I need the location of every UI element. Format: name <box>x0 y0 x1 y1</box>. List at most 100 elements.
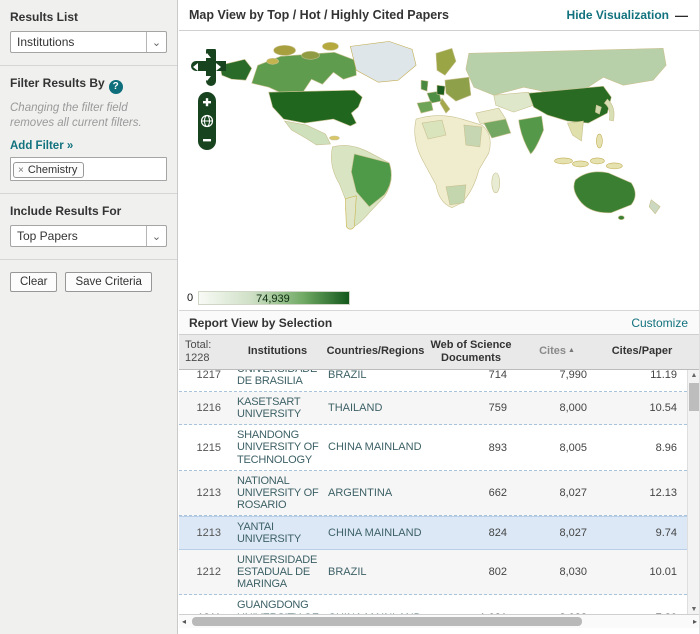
institution-cell[interactable]: NATIONAL UNIVERSITY OF ROSARIO <box>229 473 326 513</box>
results-list-value: Institutions <box>11 35 146 49</box>
save-criteria-button[interactable]: Save Criteria <box>65 272 151 292</box>
cpp-cell: 12.13 <box>597 487 687 499</box>
sort-ascending-icon: ▲ <box>568 347 575 354</box>
chevron-down-icon: ⌄ <box>146 32 166 52</box>
filter-section: Filter Results By? Changing the filter f… <box>0 66 177 194</box>
report-view-title: Report View by Selection <box>189 316 332 330</box>
table-row[interactable]: 1215 SHANDONG UNIVERSITY OF TECHNOLOGY C… <box>179 425 687 470</box>
docs-cell: 824 <box>425 527 517 539</box>
main-panel: Map View by Top / Hot / Highly Cited Pap… <box>179 0 700 634</box>
include-results-value: Top Papers <box>11 229 146 243</box>
scroll-down-icon[interactable]: ▼ <box>688 606 700 613</box>
scroll-right-icon[interactable]: ▸ <box>693 615 697 628</box>
zoom-out-icon <box>203 139 211 141</box>
filter-note: Changing the filter field removes all cu… <box>10 101 167 132</box>
table-row[interactable]: 1211 GUANGDONG UNIVERSITY OF TECHNOLOGY … <box>179 595 687 615</box>
map-legend: 0 74,939 <box>187 291 350 305</box>
cites-cell: 7,990 <box>517 370 597 381</box>
cites-cell: 8,027 <box>517 527 597 539</box>
vertical-scroll-thumb[interactable] <box>689 383 699 411</box>
country-cell: ARGENTINA <box>326 487 425 499</box>
results-list-label: Results List <box>10 10 167 24</box>
institution-cell[interactable]: YANTAI UNIVERSITY <box>229 519 326 547</box>
vertical-scrollbar[interactable]: ▲ ▼ <box>687 370 700 615</box>
include-results-select[interactable]: Top Papers ⌄ <box>10 225 167 247</box>
column-institutions[interactable]: Institutions <box>229 345 326 358</box>
sidebar: Results List Institutions ⌄ Filter Resul… <box>0 0 178 634</box>
institution-cell[interactable]: KASETSART UNIVERSITY <box>229 394 326 422</box>
table-row[interactable]: 1213 NATIONAL UNIVERSITY OF ROSARIO ARGE… <box>179 471 687 516</box>
cites-cell: 8,030 <box>517 566 597 578</box>
country-cell: THAILAND <box>326 402 425 414</box>
cpp-cell: 9.74 <box>597 527 687 539</box>
map-zoom-control[interactable] <box>197 91 217 151</box>
cpp-cell: 8.96 <box>597 442 687 454</box>
horizontal-scroll-thumb[interactable] <box>192 617 582 626</box>
legend-max-value: 74,939 <box>256 292 290 306</box>
total-count: Total: 1228 <box>179 339 229 365</box>
institution-cell[interactable]: GUANGDONG UNIVERSITY OF TECHNOLOGY <box>229 597 326 615</box>
rank-cell: 1216 <box>179 402 229 414</box>
cpp-cell: 11.19 <box>597 370 687 381</box>
results-list-select[interactable]: Institutions ⌄ <box>10 31 167 53</box>
scroll-up-icon[interactable]: ▲ <box>688 372 700 379</box>
legend-gradient-bar: 74,939 <box>198 291 350 305</box>
add-filter-link[interactable]: Add Filter » <box>10 140 167 152</box>
customize-link[interactable]: Customize <box>631 316 688 330</box>
filter-box[interactable]: × Chemistry <box>10 157 167 182</box>
institution-cell[interactable]: UNIVERSIDADE DE BRASILIA <box>229 370 326 389</box>
map-pan-control[interactable] <box>188 49 226 87</box>
table-row[interactable]: 1217 UNIVERSIDADE DE BRASILIA BRAZIL 714… <box>179 370 687 392</box>
table-row[interactable]: 1212 UNIVERSIDADE ESTADUAL DE MARINGA BR… <box>179 550 687 595</box>
map-view-title: Map View by Top / Hot / Highly Cited Pap… <box>189 8 449 22</box>
cites-cell: 8,005 <box>517 442 597 454</box>
cpp-cell: 10.01 <box>597 566 687 578</box>
table-column-header: Total: 1228 Institutions Countries/Regio… <box>179 335 700 370</box>
report-view-bar: Report View by Selection Customize <box>179 310 700 335</box>
docs-cell: 893 <box>425 442 517 454</box>
rank-cell: 1215 <box>179 442 229 454</box>
docs-cell: 802 <box>425 566 517 578</box>
table-row[interactable]: 1213 YANTAI UNIVERSITY CHINA MAINLAND 82… <box>179 516 687 550</box>
scroll-left-icon[interactable]: ◂ <box>182 615 186 628</box>
column-countries-regions[interactable]: Countries/Regions <box>326 345 425 358</box>
country-cell: CHINA MAINLAND <box>326 441 425 453</box>
institution-cell[interactable]: UNIVERSIDADE ESTADUAL DE MARINGA <box>229 552 326 592</box>
rank-cell: 1213 <box>179 487 229 499</box>
sidebar-buttons: Clear Save Criteria <box>0 260 177 304</box>
hide-visualization-link[interactable]: Hide Visualization — <box>567 8 688 23</box>
cites-cell: 8,000 <box>517 402 597 414</box>
table-body-viewport: 1217 UNIVERSIDADE DE BRASILIA BRAZIL 714… <box>179 370 700 615</box>
legend-min-value: 0 <box>187 292 193 304</box>
collapse-icon: — <box>675 8 688 23</box>
chevron-down-icon: ⌄ <box>146 226 166 246</box>
horizontal-scrollbar[interactable]: ◂ ▸ <box>179 615 700 628</box>
country-cell: BRAZIL <box>326 566 425 578</box>
remove-filter-icon[interactable]: × <box>18 165 24 176</box>
institution-cell[interactable]: SHANDONG UNIVERSITY OF TECHNOLOGY <box>229 427 326 467</box>
table-row[interactable]: 1216 KASETSART UNIVERSITY THAILAND 759 8… <box>179 392 687 425</box>
esi-map-view-app: Results List Institutions ⌄ Filter Resul… <box>0 0 700 634</box>
rank-cell: 1212 <box>179 566 229 578</box>
results-list-section: Results List Institutions ⌄ <box>0 0 177 66</box>
visualization-header: Map View by Top / Hot / Highly Cited Pap… <box>179 0 700 31</box>
cpp-cell: 10.54 <box>597 402 687 414</box>
rank-cell: 1213 <box>179 527 229 539</box>
report-table-body: 1217 UNIVERSIDADE DE BRASILIA BRAZIL 714… <box>179 370 687 615</box>
docs-cell: 714 <box>425 370 517 381</box>
column-wos-documents[interactable]: Web of Science Documents <box>425 339 517 365</box>
filter-tag-chemistry[interactable]: × Chemistry <box>13 162 84 178</box>
map-area: 0 74,939 <box>179 31 700 310</box>
help-icon[interactable]: ? <box>109 80 123 94</box>
docs-cell: 662 <box>425 487 517 499</box>
country-cell: BRAZIL <box>326 370 425 381</box>
country-cell: CHINA MAINLAND <box>326 527 425 539</box>
world-choropleth-map[interactable] <box>185 35 693 243</box>
column-cites-per-paper[interactable]: Cites/Paper <box>597 345 687 358</box>
filter-label: Filter Results By? <box>10 76 167 94</box>
cites-cell: 8,027 <box>517 487 597 499</box>
filter-tag-label: Chemistry <box>28 164 78 176</box>
clear-button[interactable]: Clear <box>10 272 57 292</box>
column-cites-sorted[interactable]: Cites▲ <box>517 345 597 358</box>
include-results-section: Include Results For Top Papers ⌄ <box>0 194 177 260</box>
